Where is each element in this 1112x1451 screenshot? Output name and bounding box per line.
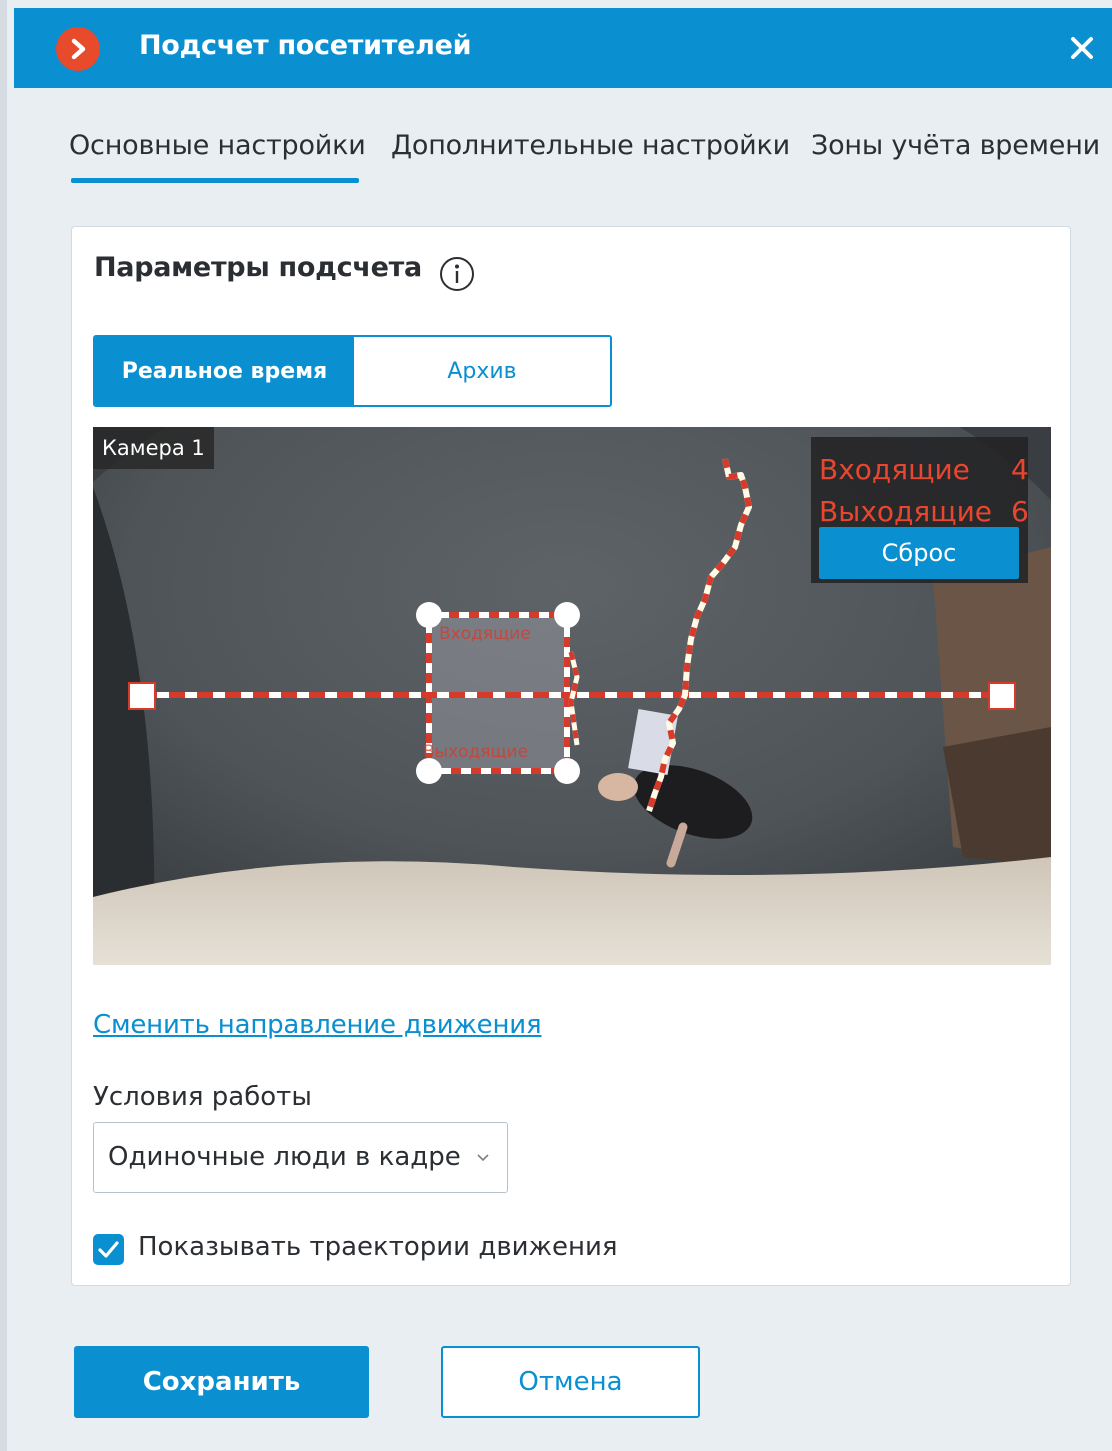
change-direction-link[interactable]: Сменить направление движения bbox=[93, 1010, 542, 1040]
conditions-label: Условия работы bbox=[93, 1082, 312, 1112]
conditions-select-value: Одиночные люди в кадре bbox=[108, 1142, 461, 1172]
zone-label-outgoing: Выходящие bbox=[423, 742, 528, 762]
incoming-value: 4 bbox=[1011, 453, 1029, 486]
dialog-window: Подсчет посетителей Основные настройки Д… bbox=[0, 0, 1112, 1451]
active-tab-indicator bbox=[71, 178, 359, 183]
show-trajectories-checkbox[interactable] bbox=[93, 1234, 124, 1265]
incoming-label: Входящие bbox=[819, 453, 970, 486]
settings-card: Параметры подсчета Реальное время Архив bbox=[71, 226, 1071, 1286]
zone-handle-bottom-left[interactable] bbox=[416, 758, 442, 784]
tab-basic-settings[interactable]: Основные настройки bbox=[69, 130, 366, 161]
conditions-select[interactable]: Одиночные люди в кадре bbox=[93, 1122, 508, 1193]
show-trajectories-label[interactable]: Показывать траектории движения bbox=[138, 1232, 618, 1262]
realtime-button[interactable]: Реальное время bbox=[95, 337, 354, 405]
close-icon[interactable] bbox=[1065, 31, 1099, 65]
save-button[interactable]: Сохранить bbox=[74, 1346, 369, 1418]
app-logo-icon bbox=[56, 27, 100, 71]
window-title: Подсчет посетителей bbox=[139, 30, 472, 61]
section-title: Параметры подсчета bbox=[94, 252, 422, 283]
title-bar: Подсчет посетителей bbox=[14, 8, 1112, 88]
zone-handle-top-right[interactable] bbox=[554, 602, 580, 628]
zone-label-incoming: Входящие bbox=[439, 624, 531, 644]
cancel-button[interactable]: Отмена bbox=[441, 1346, 700, 1418]
checkmark-icon bbox=[98, 1241, 119, 1258]
tab-time-zones[interactable]: Зоны учёта времени bbox=[811, 130, 1100, 161]
tab-advanced-settings[interactable]: Дополнительные настройки bbox=[391, 130, 790, 161]
outgoing-counter: Выходящие 6 bbox=[819, 495, 1029, 528]
incoming-counter: Входящие 4 bbox=[819, 453, 1029, 486]
outgoing-value: 6 bbox=[1011, 495, 1029, 528]
chevron-down-icon bbox=[477, 1154, 489, 1162]
camera-label: Камера 1 bbox=[93, 427, 214, 469]
outgoing-label: Выходящие bbox=[819, 495, 993, 528]
archive-button[interactable]: Архив bbox=[354, 337, 610, 405]
line-handle-left[interactable] bbox=[128, 682, 156, 710]
info-icon[interactable] bbox=[438, 255, 476, 293]
counter-overlay: Входящие 4 Выходящие 6 Сброс bbox=[811, 437, 1029, 583]
zone-handle-top-left[interactable] bbox=[416, 602, 442, 628]
mode-switch: Реальное время Архив bbox=[93, 335, 612, 407]
camera-preview: Входящие Выходящие Камера 1 Входящие 4 В… bbox=[93, 427, 1051, 965]
tab-bar: Основные настройки Дополнительные настро… bbox=[69, 130, 1109, 190]
zone-handle-bottom-right[interactable] bbox=[554, 758, 580, 784]
line-handle-right[interactable] bbox=[988, 682, 1016, 710]
reset-button[interactable]: Сброс bbox=[819, 527, 1019, 579]
